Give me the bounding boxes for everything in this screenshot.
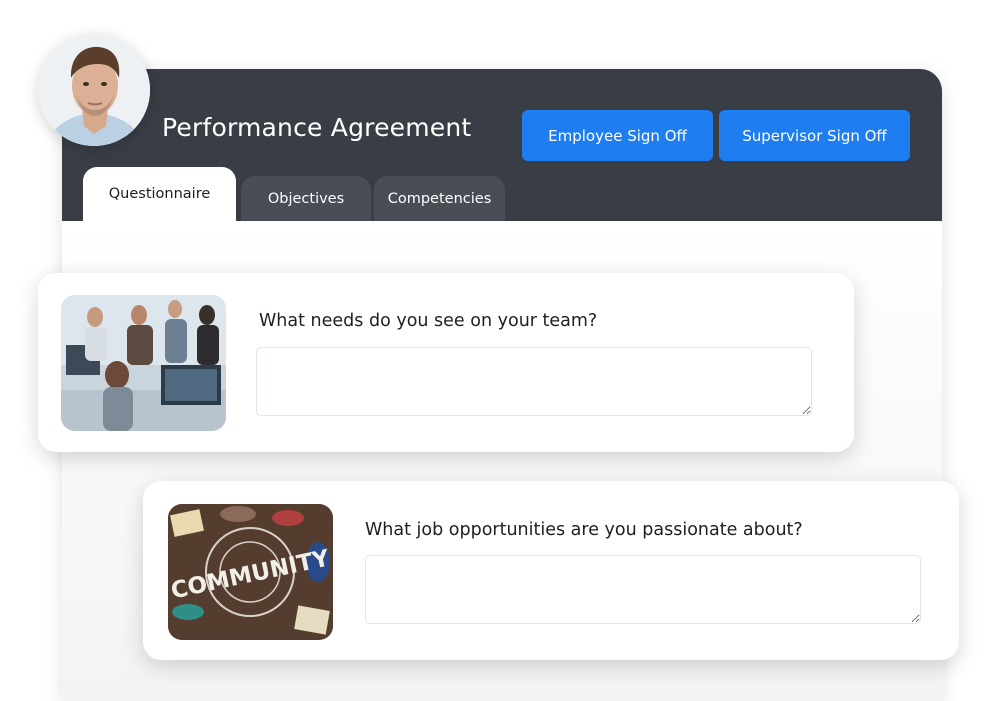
header-bar: Performance Agreement Employee Sign Off … (62, 69, 942, 221)
avatar (38, 34, 150, 146)
supervisor-sign-off-button[interactable]: Supervisor Sign Off (719, 110, 910, 161)
team-needs-answer-field[interactable] (256, 347, 812, 416)
employee-sign-off-button[interactable]: Employee Sign Off (522, 110, 713, 161)
tab-competencies[interactable]: Competencies (374, 176, 505, 221)
avatar-photo (38, 34, 150, 146)
office-team-image (61, 295, 226, 431)
question-card-job-opportunities: COMMUNITY What job opportunities are you… (143, 481, 959, 660)
page-title: Performance Agreement (162, 113, 472, 142)
tab-questionnaire[interactable]: Questionnaire (83, 167, 236, 221)
question-card-team-needs: What needs do you see on your team? (38, 273, 854, 452)
question-label: What needs do you see on your team? (259, 311, 598, 331)
tab-objectives[interactable]: Objectives (241, 176, 371, 221)
question-label: What job opportunities are you passionat… (365, 520, 803, 540)
job-opportunities-answer-field[interactable] (365, 555, 921, 624)
community-image: COMMUNITY (168, 504, 333, 640)
